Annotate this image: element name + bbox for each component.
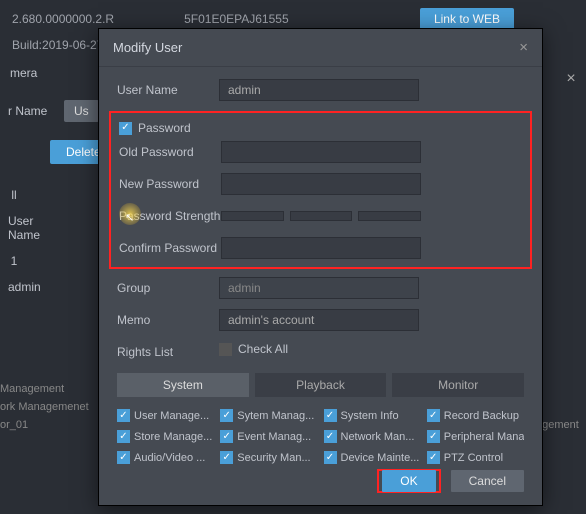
right-item-10[interactable]: ✓ Device Mainte... bbox=[324, 451, 421, 464]
right-item-label: PTZ Control bbox=[444, 452, 503, 464]
confirm-password-label: Confirm Password bbox=[119, 241, 221, 255]
right-item-3[interactable]: ✓ Record Backup bbox=[427, 409, 524, 422]
right-item-label: Security Man... bbox=[237, 452, 310, 464]
version-text: 2.680.0000000.2.R bbox=[12, 12, 114, 26]
username-label: User Name bbox=[117, 83, 219, 97]
modify-user-modal: Modify User × User Name ✓ Password Old P… bbox=[98, 28, 543, 506]
right-item-4[interactable]: ✓ Store Manage... bbox=[117, 430, 214, 443]
right-item-label: Store Manage... bbox=[134, 431, 212, 443]
right-item-label: Event Manag... bbox=[237, 431, 311, 443]
bg-us-button[interactable]: Us bbox=[64, 100, 99, 122]
right-item-11[interactable]: ✓ PTZ Control bbox=[427, 451, 524, 464]
checkbox-icon: ✓ bbox=[117, 451, 130, 464]
table-header-username: User Name bbox=[0, 208, 70, 248]
new-password-input[interactable] bbox=[221, 173, 421, 195]
right-item-2[interactable]: ✓ System Info bbox=[324, 409, 421, 422]
tab-playback[interactable]: Playback bbox=[255, 373, 387, 397]
right-item-1[interactable]: ✓ Sytem Manag... bbox=[220, 409, 317, 422]
right-item-label: Peripheral Manag... bbox=[444, 431, 524, 443]
check-all-label: Check All bbox=[238, 342, 288, 356]
memo-input[interactable] bbox=[219, 309, 419, 331]
right-item-6[interactable]: ✓ Network Man... bbox=[324, 430, 421, 443]
password-strength-label: Password Strength bbox=[119, 209, 221, 223]
checkbox-icon: ✓ bbox=[220, 451, 233, 464]
checkbox-icon: ✓ bbox=[324, 409, 337, 422]
right-item-9[interactable]: ✓ Security Man... bbox=[220, 451, 317, 464]
right-item-8[interactable]: ✓ Audio/Video ... bbox=[117, 451, 214, 464]
bg-name-label: r Name bbox=[0, 104, 60, 118]
checkbox-icon: ✓ bbox=[427, 451, 440, 464]
memo-label: Memo bbox=[117, 313, 219, 327]
close-icon[interactable]: × bbox=[519, 39, 528, 56]
bg-right-text: agement bbox=[536, 416, 586, 434]
username-input[interactable] bbox=[219, 79, 419, 101]
password-checkbox[interactable]: ✓ Password bbox=[119, 121, 191, 135]
right-item-label: Record Backup bbox=[444, 410, 519, 422]
checkbox-icon: ✓ bbox=[117, 430, 130, 443]
bg-close-icon[interactable]: × bbox=[556, 70, 586, 88]
group-label: Group bbox=[117, 281, 219, 295]
serial-text: 5F01E0EPAJ61555 bbox=[184, 12, 289, 26]
table-header-index: ll bbox=[0, 182, 28, 208]
bg-right-text: Management bbox=[0, 380, 100, 398]
password-strength-meter bbox=[221, 211, 421, 221]
right-item-label: Audio/Video ... bbox=[134, 452, 205, 464]
ok-button[interactable]: OK bbox=[382, 470, 435, 492]
rights-list-label: Rights List bbox=[117, 345, 219, 359]
bg-right-text: ork Managemenet bbox=[0, 398, 100, 416]
table-cell-username: admin bbox=[0, 274, 70, 300]
cancel-button[interactable]: Cancel bbox=[451, 470, 524, 492]
right-item-7[interactable]: ✓ Peripheral Manag... bbox=[427, 430, 524, 443]
password-section-highlight: ✓ Password Old Password New Password Pas… bbox=[109, 111, 532, 269]
new-password-label: New Password bbox=[119, 177, 221, 191]
checkbox-icon: ✓ bbox=[427, 430, 440, 443]
right-item-label: System Info bbox=[341, 410, 399, 422]
password-chk-label: Password bbox=[138, 121, 191, 135]
tab-system[interactable]: System bbox=[117, 373, 249, 397]
table-cell-index: 1 bbox=[0, 248, 28, 274]
modal-title: Modify User bbox=[113, 40, 182, 55]
group-input[interactable] bbox=[219, 277, 419, 299]
table-row[interactable]: 1 admin bbox=[0, 248, 100, 300]
checkbox-icon: ✓ bbox=[119, 122, 132, 135]
confirm-password-input[interactable] bbox=[221, 237, 421, 259]
ok-highlight: OK bbox=[377, 469, 440, 493]
right-item-label: Device Mainte... bbox=[341, 452, 420, 464]
bg-right-text: or_01 bbox=[0, 416, 100, 434]
link-web-button[interactable]: Link to WEB bbox=[420, 8, 514, 30]
checkbox-icon: ✓ bbox=[427, 409, 440, 422]
checkbox-icon bbox=[219, 343, 232, 356]
checkbox-icon: ✓ bbox=[220, 430, 233, 443]
right-item-5[interactable]: ✓ Event Manag... bbox=[220, 430, 317, 443]
checkbox-icon: ✓ bbox=[220, 409, 233, 422]
old-password-input[interactable] bbox=[221, 141, 421, 163]
right-item-0[interactable]: ✓ User Manage... bbox=[117, 409, 214, 422]
checkbox-icon: ✓ bbox=[117, 409, 130, 422]
tab-monitor[interactable]: Monitor bbox=[392, 373, 524, 397]
checkbox-icon: ✓ bbox=[324, 451, 337, 464]
checkbox-icon: ✓ bbox=[324, 430, 337, 443]
camera-tab[interactable]: mera bbox=[0, 60, 100, 86]
right-item-label: Sytem Manag... bbox=[237, 410, 314, 422]
right-item-label: User Manage... bbox=[134, 410, 209, 422]
check-all-checkbox[interactable]: Check All bbox=[219, 342, 288, 356]
old-password-label: Old Password bbox=[119, 145, 221, 159]
right-item-label: Network Man... bbox=[341, 431, 415, 443]
